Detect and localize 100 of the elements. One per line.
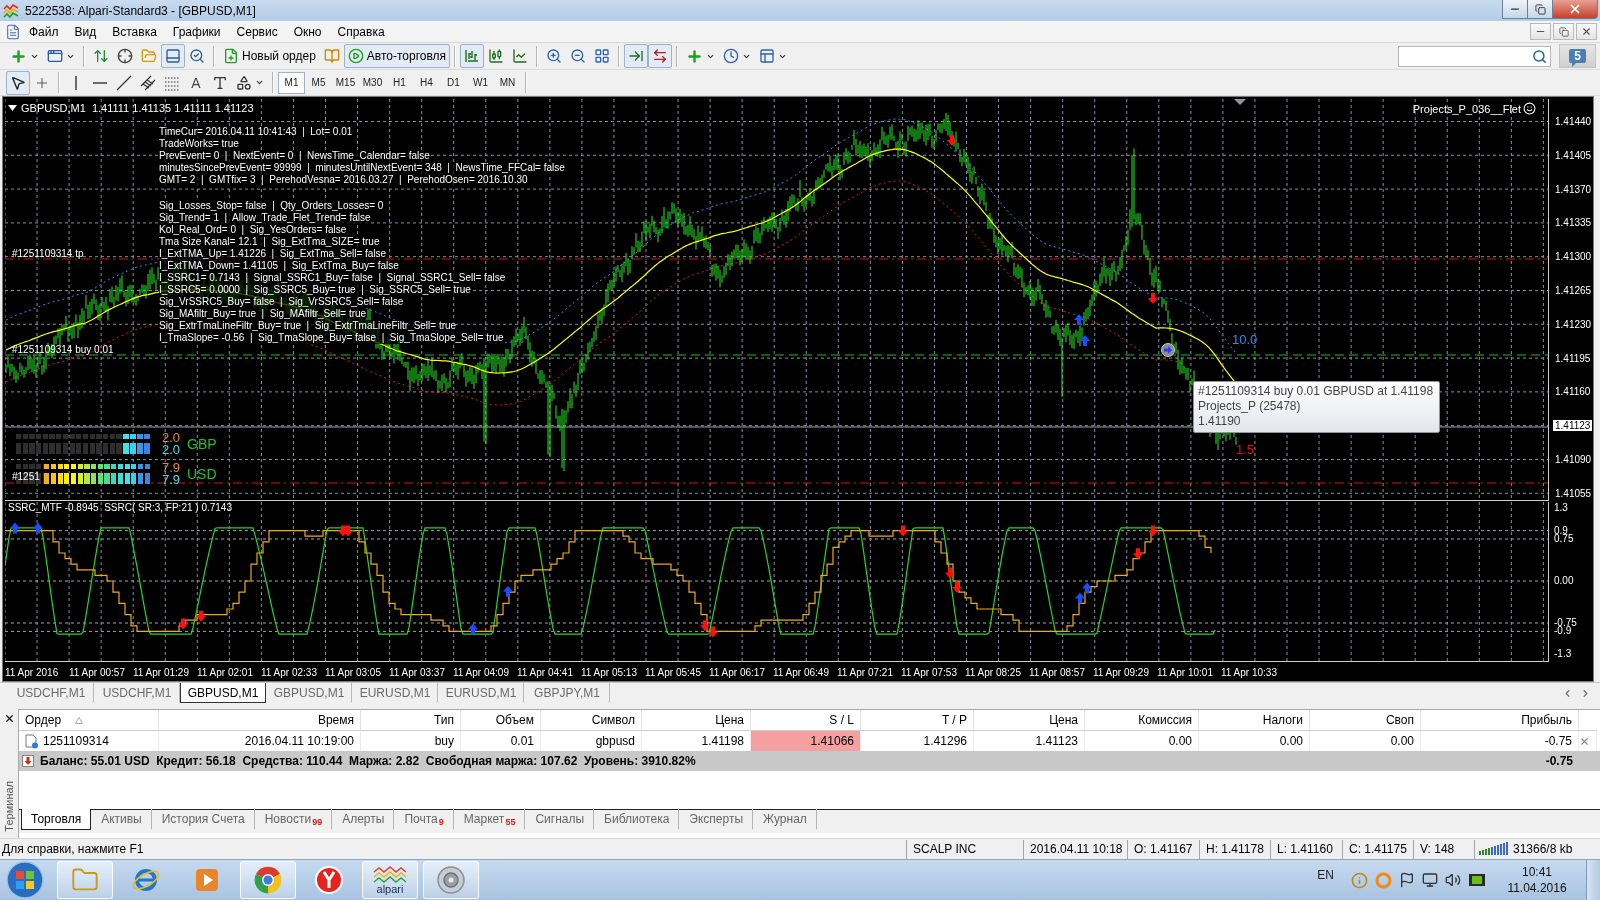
close-icon	[3, 712, 15, 724]
terminal-tab[interactable]: Торговля	[21, 809, 92, 830]
taskbar-app-button[interactable]	[423, 861, 479, 899]
period-button[interactable]: M15	[332, 71, 359, 94]
info-text: Tma Size Kanal= 12.1 | Sig_ExtTma_SIZE= true	[159, 236, 380, 248]
price-label: 1.41055	[1554, 487, 1593, 499]
status-field: 2016.04.11 10:18	[1023, 839, 1127, 859]
account-summary: Баланс: 55.01 USD Кредит: 56.18 Средства: 110.44 Маржа: 2.82 Свободная маржа: 107.62 Уровень: 3910.82%	[40, 754, 696, 768]
restore-icon	[1534, 3, 1546, 15]
order-label: #1251109314 tp	[12, 248, 84, 259]
time-label: 11 Apr 02:33	[261, 666, 318, 678]
period-button[interactable]: W1	[467, 71, 494, 94]
restore-button[interactable]	[1553, 23, 1574, 40]
cursor-tool-button[interactable]	[6, 70, 30, 95]
period-button[interactable]: M1	[278, 71, 305, 94]
bar-chart-button[interactable]	[460, 44, 485, 68]
minimize-button[interactable]	[1502, 0, 1528, 19]
down-arrow-icon	[1148, 525, 1158, 537]
time-label: 11 Apr 03:37	[389, 666, 446, 678]
text-tool-button[interactable]: A	[184, 70, 208, 95]
status-field: V: 148	[1413, 839, 1474, 859]
time-label: 11 Apr 05:45	[645, 666, 702, 678]
order-number: 1251109314	[43, 734, 109, 748]
terminal-tab[interactable]: Эксперты	[679, 809, 754, 830]
close-icon	[1579, 735, 1590, 747]
terminal-tab[interactable]: Журнал	[753, 809, 817, 830]
terminal-tab[interactable]: История Счета	[151, 809, 255, 830]
language-indicator[interactable]: EN	[1317, 868, 1334, 882]
band-width-label: 10.0	[1232, 332, 1258, 347]
app-label: alpari	[376, 883, 404, 895]
down-arrow-icon	[1133, 548, 1143, 560]
currency-name: GBP	[187, 436, 217, 452]
connection-bars-icon	[1479, 842, 1509, 856]
up-arrow-icon	[1074, 314, 1084, 325]
time-label: 11 Apr 07:21	[837, 666, 894, 678]
taskbar-app-button[interactable]	[240, 861, 296, 899]
info-text: I_SSRC5= 0.0000 | Sig_SSRC5_Buy= true | Sig_SSRC5_Sell= true	[159, 284, 471, 296]
menu-item[interactable]: Вид	[66, 22, 105, 41]
chart-tab[interactable]: USDCHF,M1	[8, 683, 94, 703]
notification-icon	[1351, 871, 1368, 889]
chart-tab[interactable]: GBPUSD,M1	[180, 683, 266, 703]
expert-name: Projects_P_036__Flet	[1412, 102, 1521, 115]
terminal-tab[interactable]: Сигналы	[525, 809, 595, 830]
start-button[interactable]	[3, 860, 47, 900]
chart-tab[interactable]: EURUSD,M1	[352, 683, 438, 703]
period-button[interactable]: H4	[413, 71, 440, 94]
terminal-tab[interactable]: Активы	[91, 809, 152, 830]
strength-value: 2.0	[162, 432, 182, 444]
clock-date: 11.04.2016	[1507, 880, 1567, 896]
info-text: I_TmaSlope= -0.56 | Sig_TmaSlope_Buy= false | Sig_TmaSlope_Sell= true	[159, 332, 504, 344]
menu-item[interactable]: Сервис	[228, 22, 286, 41]
messages-button[interactable]: 5	[1559, 44, 1596, 68]
info-text: TradeWorks= true	[159, 138, 239, 150]
terminal-tab[interactable]: Библиотека	[594, 809, 680, 830]
chart-tab[interactable]: GBPJPY,M1	[524, 683, 610, 703]
price-label: 1.41370	[1554, 183, 1593, 195]
up-arrow-icon	[1075, 592, 1085, 604]
flag-icon	[1399, 872, 1415, 888]
period-button[interactable]: MN	[494, 71, 521, 94]
menu-item[interactable]: Окно	[285, 22, 330, 41]
new-order-button[interactable]: Новый ордер	[219, 44, 320, 68]
terminal-tab[interactable]: Алерты	[332, 809, 395, 830]
show-desktop-button[interactable]	[1586, 860, 1600, 900]
cursor-icon	[10, 74, 26, 91]
y-logo-icon	[314, 865, 344, 895]
crosshair-icon	[117, 48, 133, 64]
chart-tab[interactable]: GBPUSD,M1	[266, 683, 352, 703]
sort-icon	[75, 716, 84, 724]
chart-tab[interactable]: EURUSD,M1	[438, 683, 524, 703]
tooltip-text: 1.41190	[1198, 414, 1242, 429]
close-button[interactable]	[1576, 23, 1597, 40]
terminal-button[interactable]	[161, 44, 185, 68]
menu-item[interactable]: Справка	[329, 22, 393, 41]
time-label: 11 Apr 05:13	[581, 666, 638, 678]
order-label: #1251	[12, 471, 40, 482]
search-field[interactable]	[1398, 45, 1551, 67]
column-header[interactable]: Ордер	[25, 713, 62, 727]
tooltip-text: #1251109314 buy 0.01 GBPUSD at 1.41198	[1198, 384, 1434, 399]
chart-shift-button[interactable]	[648, 44, 673, 68]
table-cell: 1.41066	[751, 731, 861, 751]
menu-item[interactable]: Файл	[21, 22, 67, 41]
period-button[interactable]: D1	[440, 71, 467, 94]
period-button[interactable]: M30	[359, 71, 386, 94]
tooltip-text: Projects_P (25478)	[1198, 399, 1302, 414]
auto-trading-button[interactable]: Авто-торговля	[343, 44, 451, 68]
level-label: -1.3	[1554, 647, 1572, 660]
period-button[interactable]: M5	[305, 71, 332, 94]
taskbar-app-button[interactable]	[57, 861, 113, 899]
info-text: I_ExtTMA_Down= 1.41105 | Sig_ExtTma_Buy= false	[159, 260, 399, 272]
status-field: C: 1.41175	[1342, 839, 1413, 859]
taskbar-app-button[interactable]: alpari	[362, 861, 418, 899]
info-text: Sig_ExtrTmaLineFiltr_Buy= true | Sig_ExtrTmaLineFiltr_Sell= true	[159, 320, 457, 332]
period-button[interactable]: H1	[386, 71, 413, 94]
help-text: Для справки, нажмите F1	[1, 842, 145, 856]
auto-scroll-button[interactable]	[624, 44, 649, 68]
restore-button[interactable]	[1527, 0, 1553, 19]
menu-item[interactable]: Вставка	[104, 22, 165, 41]
menu-item[interactable]: Графики	[164, 22, 229, 41]
zoom-in-icon	[546, 48, 563, 64]
down-arrow-icon	[343, 525, 353, 537]
